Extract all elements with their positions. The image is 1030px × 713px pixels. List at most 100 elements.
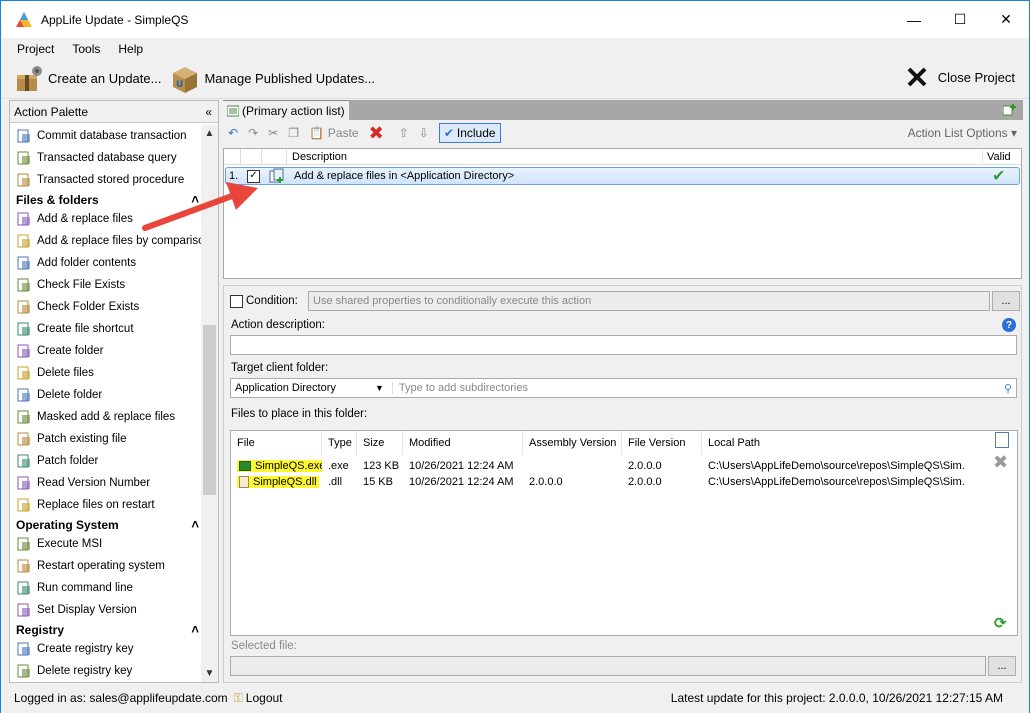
palette-item[interactable]: Delete files [10, 362, 203, 384]
palette-item-label: Transacted database query [37, 152, 177, 164]
palette-item-label: Set Display Version [37, 604, 137, 616]
palette-item[interactable]: Execute MSI [10, 533, 203, 555]
move-up-icon[interactable]: ⇧ [399, 126, 409, 140]
search-icon[interactable]: ⚲ [1004, 382, 1012, 395]
palette-category[interactable]: Registry ˄ [10, 621, 203, 638]
palette-item[interactable]: Check File Exists [10, 274, 203, 296]
close-window-button[interactable]: ✕ [983, 1, 1029, 38]
minimize-button[interactable]: — [891, 1, 937, 38]
logout-label: Logout [245, 691, 283, 705]
condition-checkbox[interactable] [230, 295, 243, 308]
palette-category[interactable]: Files & folders ˄ [10, 191, 203, 208]
col-file[interactable]: File [231, 431, 322, 455]
move-down-icon[interactable]: ⇩ [419, 126, 429, 140]
scroll-up-icon[interactable]: ▲ [201, 125, 218, 142]
palette-item[interactable]: Run command line [10, 577, 203, 599]
scroll-down-icon[interactable]: ▼ [201, 665, 218, 682]
undo-icon[interactable]: ↶ [228, 126, 238, 140]
col-file-version[interactable]: File Version [622, 431, 702, 455]
collapse-palette-icon[interactable]: « [205, 105, 212, 119]
palette-item[interactable]: Create registry key [10, 638, 203, 660]
palette-item[interactable]: Restart operating system [10, 555, 203, 577]
maximize-button[interactable]: ☐ [937, 1, 983, 38]
file-row[interactable]: SimpleQS.exe .exe 123 KB 10/26/2021 12:2… [231, 458, 964, 474]
palette-item[interactable]: Masked add & replace files [10, 406, 203, 428]
package-icon: U [173, 66, 198, 93]
palette-item[interactable]: Replace files on restart [10, 494, 203, 516]
logout-link[interactable]: ⚿ Logout [234, 691, 283, 706]
palette-item[interactable]: Add & replace files [10, 208, 203, 230]
col-size[interactable]: Size [357, 431, 403, 455]
palette-title: Action Palette [14, 104, 89, 119]
paste-button[interactable]: 📋 Paste [309, 126, 359, 140]
palette-category-label: Registry [16, 622, 65, 637]
palette-item[interactable]: Transacted database query [10, 147, 203, 169]
remove-file-icon[interactable]: ✖ [993, 452, 1008, 473]
col-local-path[interactable]: Local Path [702, 431, 999, 455]
file-row[interactable]: SimpleQS.dll .dll 15 KB 10/26/2021 12:24… [231, 474, 964, 490]
close-project-button[interactable]: Close Project [906, 66, 1015, 88]
palette-item[interactable]: Add & replace files by comparison [10, 230, 203, 252]
include-check-icon: ✔ [443, 126, 454, 140]
palette-item-label: Restart operating system [37, 560, 165, 572]
collapse-category-icon[interactable]: ˄ [191, 192, 199, 207]
subdirectory-input[interactable]: Type to add subdirectories [391, 382, 1004, 394]
help-icon[interactable]: ? [1002, 318, 1016, 332]
check-file-icon [16, 277, 32, 293]
header-valid: Valid [982, 150, 1011, 163]
palette-item-label: Delete folder [37, 389, 103, 401]
tab-primary-action-list[interactable]: (Primary action list) [223, 100, 349, 120]
create-update-button[interactable]: Create an Update... [13, 63, 161, 95]
add-list-icon[interactable] [1003, 103, 1017, 117]
condition-field[interactable]: Use shared properties to conditionally e… [308, 291, 990, 311]
action-description-field[interactable] [230, 335, 1017, 355]
sql-icon [16, 150, 32, 166]
include-label: Include [456, 126, 496, 140]
collapse-category-icon[interactable]: ˄ [191, 622, 199, 637]
col-assembly-version[interactable]: Assembly Version [523, 431, 622, 455]
dll-file-icon [239, 476, 249, 488]
palette-item[interactable]: Read Version Number [10, 472, 203, 494]
palette-category[interactable]: Operating System ˄ [10, 516, 203, 533]
redo-icon[interactable]: ↷ [248, 126, 258, 140]
palette-item[interactable]: Create folder [10, 340, 203, 362]
palette-item[interactable]: Set Display Version [10, 599, 203, 621]
scroll-thumb[interactable] [203, 325, 216, 495]
copy-icon[interactable]: ❐ [288, 126, 299, 140]
action-list-options-button[interactable]: Action List Options ▾ [908, 126, 1017, 140]
delete-icon[interactable]: ✖ [369, 123, 384, 144]
col-modified[interactable]: Modified [403, 431, 523, 455]
menu-help[interactable]: Help [109, 42, 152, 56]
palette-item[interactable]: Transacted stored procedure [10, 169, 203, 191]
menu-tools[interactable]: Tools [63, 42, 109, 56]
menu-project[interactable]: Project [8, 42, 63, 56]
palette-item[interactable]: Delete registry key [10, 660, 203, 682]
key-icon: ⚿ [233, 690, 243, 705]
action-row[interactable]: 1. ✓ Add & replace files in <Application… [225, 167, 1020, 185]
dropdown-icon[interactable]: ▼ [375, 383, 384, 393]
selected-file-browse-button[interactable]: ... [988, 656, 1016, 676]
file-local-path: C:\Users\AppLifeDemo\source\repos\Simple… [708, 476, 964, 488]
palette-item[interactable]: Create file shortcut [10, 318, 203, 340]
condition-browse-button[interactable]: ... [992, 291, 1020, 311]
valid-check-icon: ✔ [992, 168, 1006, 185]
file-modified: 10/26/2021 12:24 AM [409, 460, 514, 472]
selected-file-field[interactable] [230, 656, 986, 676]
palette-item[interactable]: Patch existing file [10, 428, 203, 450]
palette-item[interactable]: Commit database transaction [10, 125, 203, 147]
palette-item[interactable]: Add folder contents [10, 252, 203, 274]
target-folder-combo[interactable]: Application Directory ▼ Type to add subd… [230, 378, 1017, 398]
row-include-checkbox[interactable]: ✓ [247, 169, 260, 183]
palette-item[interactable]: Check Folder Exists [10, 296, 203, 318]
palette-scrollbar[interactable]: ▲ ▼ [201, 125, 218, 682]
cut-icon[interactable]: ✂ [268, 126, 278, 140]
include-toggle[interactable]: ✔ Include [438, 123, 501, 143]
collapse-category-icon[interactable]: ˄ [191, 517, 199, 532]
palette-item[interactable]: Delete folder [10, 384, 203, 406]
refresh-icon[interactable]: ⟳ [994, 614, 1007, 632]
add-file-icon[interactable] [995, 432, 1009, 448]
manage-published-button[interactable]: U Manage Published Updates... [169, 63, 375, 95]
check-folder-icon [16, 299, 32, 315]
col-type[interactable]: Type [322, 431, 357, 455]
palette-item[interactable]: Patch folder [10, 450, 203, 472]
